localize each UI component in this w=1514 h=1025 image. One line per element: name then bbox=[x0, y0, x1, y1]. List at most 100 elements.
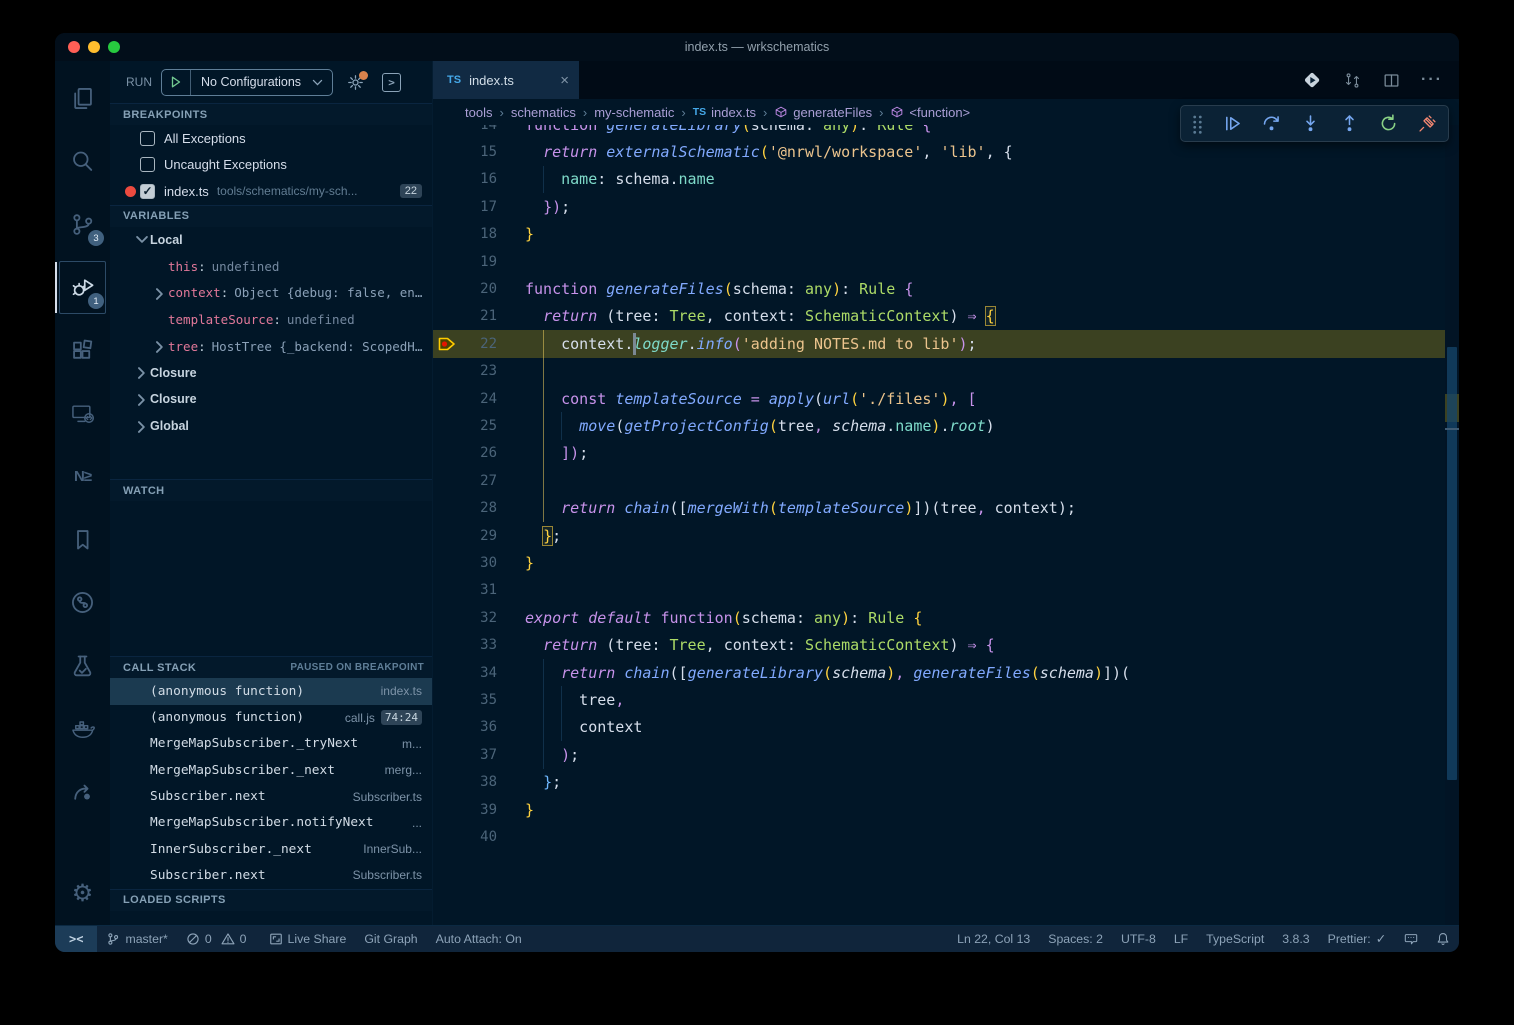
scrollbar-thumb[interactable] bbox=[1447, 347, 1457, 780]
code-line: 29 }; bbox=[433, 522, 1445, 549]
step-out-button[interactable] bbox=[1339, 113, 1360, 134]
variable-row[interactable]: this:undefined bbox=[110, 253, 432, 280]
code-token bbox=[977, 307, 986, 325]
section-header-loaded-scripts[interactable]: LOADED SCRIPTS bbox=[110, 889, 432, 911]
variable-scope-row[interactable]: Closure bbox=[110, 359, 432, 386]
call-stack-frame[interactable]: MergeMapSubscriber._nextmerg... bbox=[110, 757, 432, 783]
breakpoint-row[interactable]: All Exceptions bbox=[110, 125, 432, 152]
activity-item-nx-console[interactable]: N≥ bbox=[55, 445, 110, 508]
activity-item-run-and-debug[interactable]: 1 bbox=[55, 256, 110, 319]
breadcrumb-item[interactable]: schematics bbox=[511, 105, 576, 120]
status-item-language-mode[interactable]: TypeScript bbox=[1197, 926, 1273, 952]
status-item-problems[interactable]: 00 bbox=[177, 926, 260, 952]
breadcrumb-item[interactable]: tools bbox=[465, 105, 492, 120]
activity-item-remote-explorer[interactable] bbox=[55, 382, 110, 445]
toolbar-drag-handle-icon[interactable] bbox=[1191, 113, 1204, 134]
status-item-encoding[interactable]: UTF-8 bbox=[1112, 926, 1165, 952]
close-window-button[interactable] bbox=[68, 41, 80, 53]
code-token: schema bbox=[742, 609, 796, 627]
call-stack-frame[interactable]: Subscriber.nextSubscriber.ts bbox=[110, 862, 432, 888]
code-line: 31 bbox=[433, 577, 1445, 604]
open-changes-icon[interactable] bbox=[1302, 70, 1323, 91]
variable-scope-row[interactable]: Local bbox=[110, 227, 432, 254]
breadcrumb-item[interactable]: my-schematic bbox=[594, 105, 674, 120]
breakpoint-line-badge: 22 bbox=[400, 184, 422, 198]
split-editor-icon[interactable] bbox=[1382, 71, 1401, 90]
activity-item-search[interactable] bbox=[55, 130, 110, 193]
breadcrumb-separator-icon: › bbox=[583, 105, 587, 120]
activity-item-docker[interactable] bbox=[55, 697, 110, 760]
variable-row[interactable]: tree:HostTree {_backend: ScopedH… bbox=[110, 333, 432, 360]
section-header-call-stack[interactable]: CALL STACKPAUSED ON BREAKPOINT bbox=[110, 656, 432, 678]
status-item-prettier[interactable]: Prettier:✓ bbox=[1319, 926, 1395, 952]
variable-scope-row[interactable]: Closure bbox=[110, 386, 432, 413]
status-item-auto-attach[interactable]: Auto Attach: On bbox=[427, 926, 531, 952]
scrollbar-overview-ruler[interactable] bbox=[1445, 125, 1459, 925]
section-header-watch[interactable]: WATCH bbox=[110, 479, 432, 501]
code-viewport[interactable]: 14function generateLibrary(schema: any):… bbox=[433, 125, 1459, 925]
call-stack-frame[interactable]: MergeMapSubscriber._tryNextm... bbox=[110, 731, 432, 757]
launch-configuration-dropdown[interactable]: No Configurations bbox=[161, 69, 333, 96]
breakpoint-checkbox[interactable] bbox=[140, 157, 155, 172]
status-item-indentation[interactable]: Spaces: 2 bbox=[1039, 926, 1112, 952]
breakpoint-checkbox[interactable]: ✓ bbox=[140, 184, 155, 199]
tab-index-ts[interactable]: TS index.ts × bbox=[433, 61, 579, 99]
status-item-git-branch[interactable]: master* bbox=[97, 926, 176, 952]
code-token: ( bbox=[733, 609, 742, 627]
status-item-notifications[interactable] bbox=[1427, 926, 1459, 952]
status-item-git-graph[interactable]: Git Graph bbox=[355, 926, 426, 952]
step-into-button[interactable] bbox=[1300, 113, 1321, 134]
code-token: Rule bbox=[877, 125, 913, 134]
code-token bbox=[525, 143, 543, 161]
continue-button[interactable] bbox=[1222, 113, 1243, 134]
minimize-window-button[interactable] bbox=[88, 41, 100, 53]
activity-item-explorer[interactable] bbox=[55, 67, 110, 130]
activity-item-extensions[interactable] bbox=[55, 319, 110, 382]
call-stack-frame[interactable]: (anonymous function)index.ts bbox=[110, 678, 432, 704]
activity-item-bookmarks[interactable] bbox=[55, 508, 110, 571]
breadcrumb-separator-icon: › bbox=[763, 105, 767, 120]
code-token: ( bbox=[742, 125, 751, 134]
start-debug-icon[interactable] bbox=[162, 75, 190, 89]
breadcrumb-item[interactable]: generateFiles bbox=[774, 105, 872, 120]
configure-gear-button[interactable] bbox=[346, 73, 365, 92]
breadcrumb-item[interactable]: TSindex.ts bbox=[693, 105, 756, 120]
status-item-live-share[interactable]: Live Share bbox=[260, 926, 356, 952]
breakpoint-row[interactable]: Uncaught Exceptions bbox=[110, 152, 432, 179]
code-token bbox=[913, 125, 922, 134]
variable-row[interactable]: context:Object {debug: false, en… bbox=[110, 280, 432, 307]
section-header-variables[interactable]: VARIABLES bbox=[110, 205, 432, 227]
close-tab-icon[interactable]: × bbox=[560, 72, 569, 89]
debug-console-button[interactable]: > bbox=[382, 73, 401, 92]
call-stack-frame[interactable]: InnerSubscriber._nextInnerSub... bbox=[110, 836, 432, 862]
variable-row[interactable]: templateSource:undefined bbox=[110, 306, 432, 333]
breakpoint-checkbox[interactable] bbox=[140, 131, 155, 146]
test-icon bbox=[69, 652, 96, 679]
code-token: apply bbox=[769, 390, 814, 408]
activity-item-live-share[interactable] bbox=[55, 760, 110, 823]
variable-scope-row[interactable]: Global bbox=[110, 413, 432, 440]
breakpoint-row[interactable]: ✓index.tstools/schematics/my-sch...22 bbox=[110, 178, 432, 205]
status-item-eol[interactable]: LF bbox=[1165, 926, 1197, 952]
status-item-cursor-position[interactable]: Ln 22, Col 13 bbox=[948, 926, 1039, 952]
breakpoint-paused-icon[interactable] bbox=[433, 337, 461, 351]
section-header-breakpoints[interactable]: BREAKPOINTS bbox=[110, 103, 432, 125]
zoom-window-button[interactable] bbox=[108, 41, 120, 53]
warning-icon bbox=[221, 932, 235, 946]
status-item-remote-indicator[interactable]: >< bbox=[55, 926, 97, 952]
call-stack-frame[interactable]: MergeMapSubscriber.notifyNext... bbox=[110, 810, 432, 836]
more-actions-icon[interactable]: ··· bbox=[1421, 71, 1443, 89]
restart-button[interactable] bbox=[1378, 113, 1399, 134]
activity-item-test-explorer[interactable] bbox=[55, 634, 110, 697]
call-stack-frame[interactable]: Subscriber.nextSubscriber.ts bbox=[110, 783, 432, 809]
activity-item-settings[interactable]: ⚙ bbox=[55, 862, 110, 925]
activity-item-git-graph[interactable] bbox=[55, 571, 110, 634]
breadcrumb-item[interactable]: <function> bbox=[890, 105, 970, 120]
status-item-ts-version[interactable]: 3.8.3 bbox=[1273, 926, 1318, 952]
compare-changes-icon[interactable] bbox=[1343, 71, 1362, 90]
step-over-button[interactable] bbox=[1261, 113, 1282, 134]
status-item-feedback[interactable] bbox=[1395, 926, 1427, 952]
activity-item-source-control[interactable]: 3 bbox=[55, 193, 110, 256]
call-stack-frame[interactable]: (anonymous function)call.js74:24 bbox=[110, 705, 432, 731]
disconnect-button[interactable] bbox=[1417, 113, 1438, 134]
